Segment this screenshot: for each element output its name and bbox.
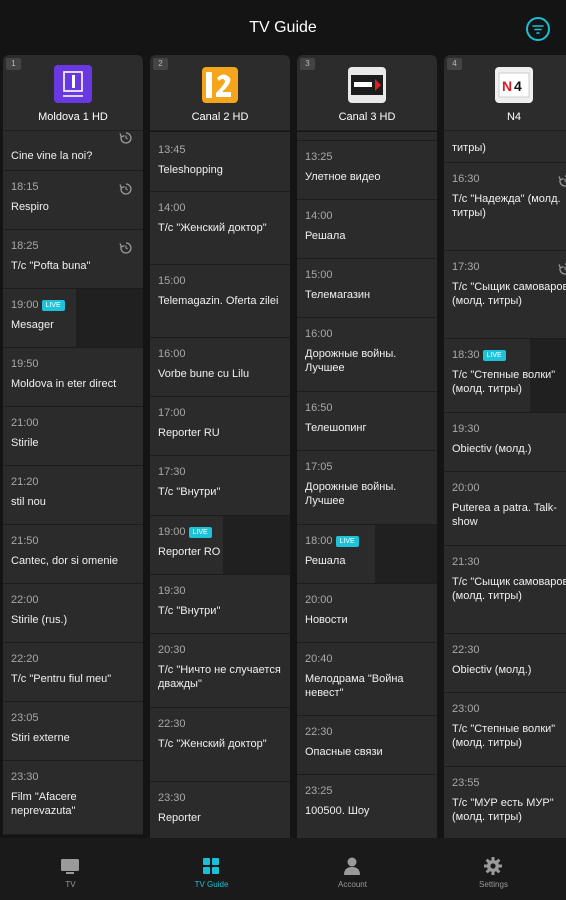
- filter-button[interactable]: [526, 17, 550, 41]
- program-item[interactable]: 16:50 Телешопинг: [297, 392, 437, 451]
- n4-logo: N4: [495, 67, 533, 103]
- program-item[interactable]: 22:20 T/c "Pentru fiul meu": [3, 643, 143, 702]
- program-item[interactable]: [297, 132, 437, 141]
- program-item[interactable]: 21:00 Stirile: [3, 407, 143, 466]
- channel-header[interactable]: 3 Canal 3 HD: [297, 55, 437, 131]
- bottom-nav: TV TV Guide Account Settings: [0, 838, 566, 900]
- program-item[interactable]: 20:00 Новости: [297, 584, 437, 643]
- program-item[interactable]: 13:45 Teleshopping: [150, 132, 290, 192]
- program-item[interactable]: 13:25 Улетное видео: [297, 141, 437, 200]
- filter-icon: [532, 25, 544, 34]
- program-item-live[interactable]: 19:00 LIVE Reporter RO: [150, 516, 290, 575]
- replay-icon: [558, 175, 566, 187]
- channel-column: 13:45 Teleshopping 14:00 T/c "Женский до…: [150, 55, 290, 838]
- moldova1-logo: [54, 65, 92, 103]
- nav-tv[interactable]: TV: [0, 838, 141, 900]
- program-list[interactable]: титры) 16:30 Т/с "Надежда" (молд. титры)…: [444, 123, 566, 838]
- channel-column: титры) 16:30 Т/с "Надежда" (молд. титры)…: [444, 55, 566, 838]
- program-item[interactable]: 21:30 Т/с "Сыщик самоваров" (молд. титры…: [444, 546, 566, 634]
- channel-name: N4: [506, 111, 522, 123]
- program-item[interactable]: 23:55 Т/с "МУР есть МУР" (молд. титры): [444, 767, 566, 838]
- replay-icon: [119, 183, 132, 195]
- channel-number: 4: [447, 58, 462, 70]
- program-item[interactable]: 16:00 Vorbe bune cu Lilu: [150, 338, 290, 397]
- channel-header[interactable]: 2 Canal 2 HD: [150, 55, 290, 131]
- program-item[interactable]: 15:00 Телемагазин: [297, 259, 437, 318]
- channel-header[interactable]: 4 N4 N4: [444, 55, 566, 131]
- svg-text:4: 4: [514, 78, 522, 94]
- program-item[interactable]: 19:30 Obiectiv (молд.): [444, 413, 566, 472]
- channel-column: 13:25 Улетное видео 14:00 Решала 15:00 Т…: [297, 55, 437, 838]
- program-item[interactable]: 14:00 Решала: [297, 200, 437, 259]
- channel-name: Canal 2 HD: [191, 111, 249, 123]
- program-item[interactable]: 21:20 stil nou: [3, 466, 143, 525]
- program-item[interactable]: 20:30 T/c "Ничто не случается дважды": [150, 634, 290, 708]
- program-item[interactable]: 15:00 Telemagazin. Oferta zilei: [150, 265, 290, 338]
- live-badge: LIVE: [188, 527, 212, 538]
- tv-icon: [61, 859, 79, 874]
- channel-column: Cine vine la noi? 18:15 Respiro 18:25 T/…: [3, 55, 143, 838]
- program-item[interactable]: 17:30 T/c "Внутри": [150, 456, 290, 516]
- program-item[interactable]: 22:00 Stirile (rus.): [3, 584, 143, 643]
- replay-icon: [119, 242, 132, 254]
- program-item-live[interactable]: 18:30 LIVE Т/с "Степные волки" (молд. тит…: [444, 339, 566, 413]
- program-item[interactable]: 21:50 Cantec, dor si omenie: [3, 525, 143, 584]
- program-item[interactable]: 22:30 Опасные связи: [297, 716, 437, 775]
- program-item[interactable]: 19:30 T/c "Внутри": [150, 575, 290, 634]
- channel-number: 2: [153, 58, 168, 70]
- program-item[interactable]: 14:00 T/c "Женский доктор": [150, 192, 290, 265]
- program-item[interactable]: 23:25 100500. Шоу: [297, 775, 437, 838]
- channel-name: Canal 3 HD: [338, 111, 396, 123]
- program-item[interactable]: 17:30 Т/с "Сыщик самоваров" (молд. титры…: [444, 251, 566, 339]
- program-list[interactable]: 13:45 Teleshopping 14:00 T/c "Женский до…: [150, 132, 290, 838]
- header: TV Guide: [0, 0, 566, 56]
- channel-number: 1: [6, 58, 21, 70]
- replay-icon: [119, 132, 132, 144]
- program-item[interactable]: 17:05 Дорожные войны. Лучшее: [297, 451, 437, 525]
- program-item[interactable]: 16:30 Т/с "Надежда" (молд. титры): [444, 163, 566, 251]
- program-item[interactable]: 16:00 Дорожные войны. Лучшее: [297, 318, 437, 392]
- program-item[interactable]: 19:50 Moldova in eter direct: [3, 348, 143, 407]
- program-item[interactable]: 17:00 Reporter RU: [150, 397, 290, 456]
- program-item[interactable]: 23:30 Reporter: [150, 782, 290, 838]
- channel-header[interactable]: 1 Moldova 1 HD: [3, 55, 143, 131]
- live-badge: LIVE: [482, 350, 506, 361]
- program-item-live[interactable]: 18:00 LIVE Решала: [297, 525, 437, 584]
- program-item-live[interactable]: 19:00 LIVE Mesager: [3, 289, 143, 348]
- channel-number: 3: [300, 58, 315, 70]
- canal3-logo: [348, 67, 386, 103]
- channel-name: Moldova 1 HD: [38, 111, 108, 123]
- program-item[interactable]: 23:00 Т/с "Степные волки" (молд. титры): [444, 693, 566, 767]
- live-badge: LIVE: [41, 300, 65, 311]
- program-item[interactable]: 22:30 T/c "Женский доктор": [150, 708, 290, 782]
- live-badge: LIVE: [335, 536, 359, 547]
- program-list[interactable]: 13:25 Улетное видео 14:00 Решала 15:00 Т…: [297, 132, 437, 838]
- program-item[interactable]: 20:40 Мелодрама "Война невест": [297, 643, 437, 716]
- tv-guide-icon: [203, 858, 219, 874]
- program-list[interactable]: Cine vine la noi? 18:15 Respiro 18:25 T/…: [3, 97, 143, 835]
- program-item[interactable]: 22:30 Obiectiv (молд.): [444, 634, 566, 693]
- channel-grid[interactable]: Cine vine la noi? 18:15 Respiro 18:25 T/…: [0, 55, 566, 838]
- svg-text:N: N: [502, 78, 512, 94]
- nav-account[interactable]: Account: [282, 838, 423, 900]
- program-item[interactable]: 23:05 Stiri externe: [3, 702, 143, 761]
- program-item[interactable]: 18:25 T/c "Pofta buna": [3, 230, 143, 289]
- page-title: TV Guide: [249, 19, 317, 36]
- account-icon: [344, 857, 360, 875]
- replay-icon: [558, 263, 566, 275]
- canal2-logo: [202, 67, 238, 103]
- program-item[interactable]: 20:00 Puterea a patra. Talk-show: [444, 472, 566, 546]
- program-item[interactable]: 18:15 Respiro: [3, 171, 143, 230]
- program-item[interactable]: 23:30 Film "Afacere neprevazuta": [3, 761, 143, 835]
- nav-settings[interactable]: Settings: [423, 838, 564, 900]
- nav-tv-guide[interactable]: TV Guide: [141, 838, 282, 900]
- settings-icon: [484, 857, 502, 875]
